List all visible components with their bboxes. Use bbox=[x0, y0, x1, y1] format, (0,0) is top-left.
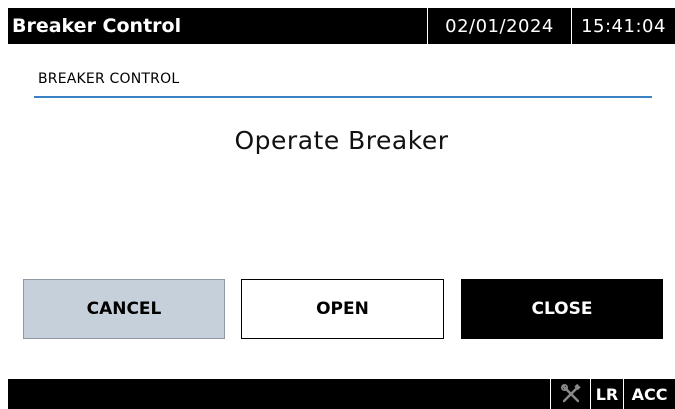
title-bar: Breaker Control 02/01/2024 15:41:04 bbox=[8, 8, 675, 44]
status-bar: LR ACC bbox=[8, 379, 675, 409]
cancel-button[interactable]: CANCEL bbox=[23, 279, 225, 339]
open-button[interactable]: OPEN bbox=[241, 279, 444, 339]
section-divider bbox=[34, 96, 652, 98]
section-heading: BREAKER CONTROL bbox=[38, 71, 180, 87]
close-button[interactable]: CLOSE bbox=[461, 279, 663, 339]
date-display: 02/01/2024 bbox=[427, 8, 571, 44]
breaker-control-screen: Breaker Control 02/01/2024 15:41:04 BREA… bbox=[0, 0, 675, 409]
crossed-tools-icon bbox=[560, 383, 581, 403]
acc-indicator: ACC bbox=[623, 379, 675, 409]
time-display: 15:41:04 bbox=[571, 8, 675, 44]
window-title: Breaker Control bbox=[12, 15, 182, 37]
operation-prompt: Operate Breaker bbox=[234, 126, 449, 155]
local-remote-indicator: LR bbox=[590, 379, 623, 409]
tools-status bbox=[550, 379, 590, 409]
